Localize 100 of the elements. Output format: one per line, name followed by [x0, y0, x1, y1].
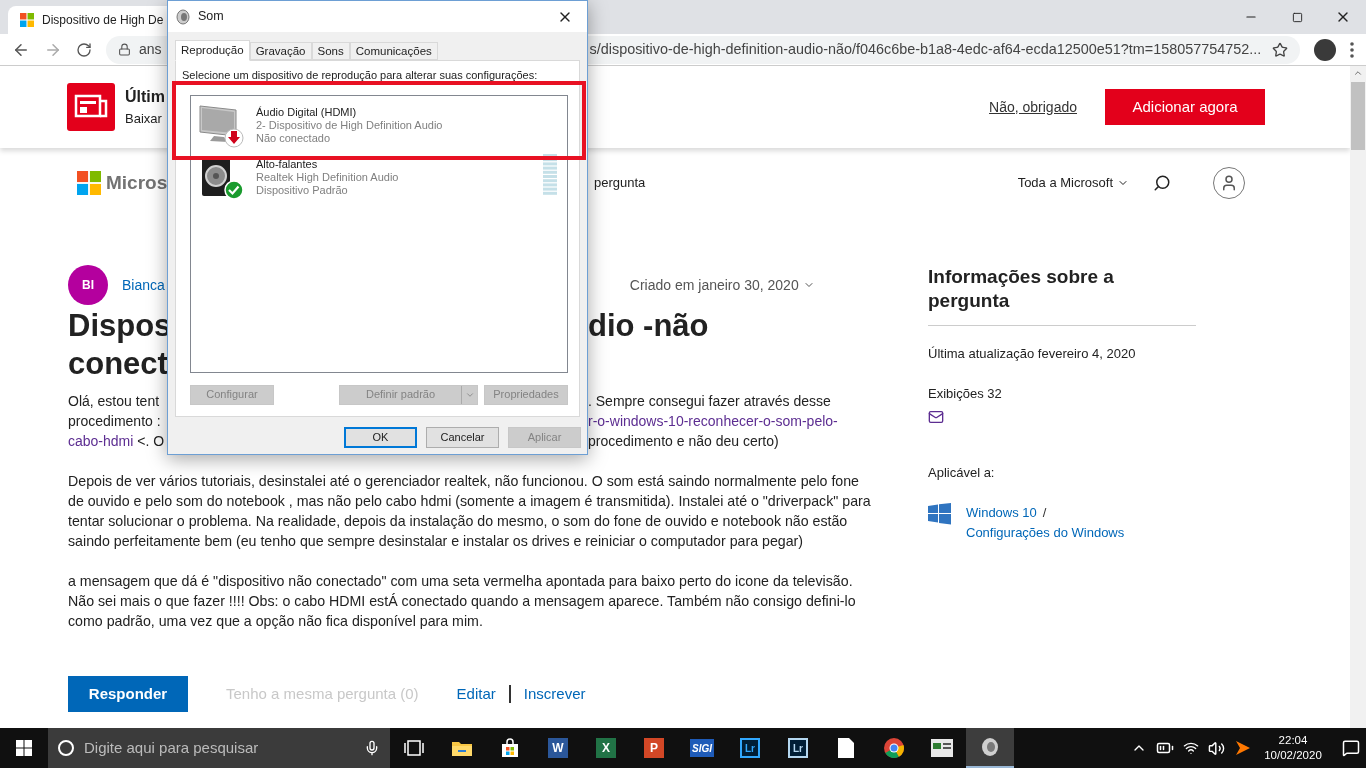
dialog-tab[interactable]: Gravação	[249, 42, 312, 60]
question-text: procedimento :	[68, 412, 161, 431]
sidebar-title: Informações sobre a pergunta	[928, 265, 1115, 313]
taskbar-app[interactable]: SIGI	[678, 728, 726, 768]
level-meter	[543, 153, 557, 196]
decline-link[interactable]: Não, obrigado	[989, 96, 1077, 118]
question-text: procedimento e não deu certo)	[588, 432, 779, 451]
office-app-icon: W	[548, 738, 568, 758]
folder-icon	[451, 739, 473, 757]
author-avatar: BI	[68, 265, 108, 305]
news-app-icon	[67, 83, 115, 131]
clock-date: 10/02/2020	[1264, 748, 1322, 763]
search-bar[interactable]: Digite aqui para pesquisar	[48, 728, 390, 768]
question-title: Dispos	[68, 307, 173, 345]
question-title: conect	[68, 345, 169, 383]
taskbar-app[interactable]: Lr	[774, 728, 822, 768]
reload-icon	[76, 41, 92, 58]
question-text: Depois de ver vários tutoriais, desinstalei até o gerenciador realtek, não funcionou. O som está saindo normalmente pelo fone de ouvido e pelo som do notebook , mas não pelo cabo hdmi (somente a imagem é transmitida). Instalei até o "driverpack" para tentar solucionar o problema. Na realidade, depois da instalação do mesmo, o som do fone de ouvido e notebook não estão saindo perfeitamente bem (eu tenho que sempre desinstalar e instalar os drives e reiniciar o computador para pegar)	[68, 472, 872, 551]
app-badge-icon: Lr	[740, 738, 760, 758]
tab-title: Dispositivo de High De	[42, 12, 164, 29]
brand-name: Micros	[106, 170, 166, 195]
dialog-tab[interactable]: Reprodução	[175, 40, 250, 61]
dialog-button[interactable]: Cancelar	[426, 427, 499, 448]
device-driver: Realtek High Definition Audio	[256, 170, 399, 184]
clock-time: 22:04	[1278, 733, 1308, 748]
author-name[interactable]: Bianca	[122, 274, 165, 296]
banner-title: Últim	[125, 86, 165, 108]
shopping-bag-icon	[500, 738, 520, 758]
all-microsoft-menu[interactable]: Toda a Microsoft	[1017, 173, 1129, 193]
volume-icon	[1208, 739, 1225, 757]
product-link[interactable]: Windows 10	[966, 502, 1037, 523]
scrollbar[interactable]	[1350, 66, 1366, 728]
windows-logo-icon	[928, 502, 951, 525]
search-icon	[1153, 174, 1171, 192]
office-app-icon: P	[644, 738, 664, 758]
lock-icon	[118, 43, 131, 56]
question-title: dio -não	[588, 307, 709, 345]
separator-text: /	[1042, 503, 1047, 522]
accept-button[interactable]: Adicionar agora	[1105, 89, 1265, 125]
menu-icon[interactable]	[1350, 41, 1354, 58]
taskbar-app[interactable]	[966, 728, 1014, 768]
taskbar-search-field[interactable]: Digite aqui para pesquisar	[84, 736, 364, 760]
action-link[interactable]: Inscrever	[523, 682, 586, 706]
question-text: . Sempre consegui fazer através desse	[588, 392, 831, 411]
taskbar-app[interactable]: X	[582, 728, 630, 768]
site-logo-icon	[20, 13, 34, 27]
device-status: Não conectado	[256, 131, 331, 145]
device-item[interactable]: Áudio Digital (HDMI) 2- Dispositivo de High Definition Audio Não conectado	[191, 99, 567, 152]
device-status: Dispositivo Padrão	[256, 183, 349, 197]
app-badge-icon: Lr	[788, 738, 808, 758]
dialog-title: Som	[198, 8, 224, 26]
device-item[interactable]: Alto-falantes Realtek High Definition Audio Dispositivo Padrão	[191, 151, 567, 204]
bookmark-icon	[1272, 41, 1288, 58]
reply-button[interactable]: Responder	[68, 676, 188, 712]
created-date: Criado em janeiro 30, 2020	[629, 275, 799, 295]
speaker-icon	[981, 737, 999, 757]
device-name: Alto-falantes	[256, 157, 319, 171]
instruction-text: Selecione um dispositivo de reprodução para alterar suas configurações:	[182, 68, 539, 83]
office-app-icon: X	[596, 738, 616, 758]
profile-avatar[interactable]	[1314, 38, 1336, 61]
browser-icon	[883, 737, 905, 759]
banner-subtitle: Baixar	[125, 110, 163, 129]
device-name: Áudio Digital (HDMI)	[256, 105, 358, 119]
action-link[interactable]: Editar	[456, 682, 496, 706]
taskbar-app[interactable]: W	[534, 728, 582, 768]
scroll-up-icon	[1353, 68, 1363, 78]
nav-link[interactable]: pergunta	[594, 173, 646, 193]
antivirus-icon[interactable]	[1234, 739, 1252, 757]
taskbar-app[interactable]: Lr	[726, 728, 774, 768]
question-text: <. O	[136, 432, 165, 451]
wifi-icon	[1183, 740, 1199, 756]
windows-logo-icon	[16, 740, 32, 756]
last-updated: Última atualização fevereiro 4, 2020	[928, 345, 1137, 363]
app-badge-icon: SIGI	[690, 739, 714, 757]
microphone-icon	[364, 740, 380, 756]
microsoft-logo-icon	[77, 171, 101, 195]
question-link[interactable]: cabo-hdmi	[68, 431, 134, 451]
question-link[interactable]: r-o-windows-10-reconhecer-o-som-pelo-	[588, 411, 838, 431]
applies-label: Aplicável a:	[928, 464, 996, 482]
url-text: s/dispositivo-de-high-definition-audio-não/f046c6be-b1a8-4edc-af64-ecda12500e51?tm=158057754752...	[589, 39, 1262, 59]
product-link[interactable]: Configurações do Windows	[966, 522, 1125, 543]
restore-icon	[1291, 11, 1303, 23]
task-view-icon	[404, 739, 424, 757]
clock[interactable]: 22:04 10/02/2020	[1261, 733, 1325, 763]
document-icon	[838, 738, 854, 758]
view-count: Exibições 32	[928, 384, 1003, 403]
notification-icon	[1342, 739, 1360, 757]
cortana-icon	[58, 740, 74, 756]
device-driver: 2- Dispositivo de High Definition Audio	[256, 118, 443, 132]
window-icon	[931, 739, 953, 757]
dialog-button[interactable]: OK	[344, 427, 417, 448]
scrollbar-thumb[interactable]	[1351, 82, 1365, 150]
url-text: ans	[139, 40, 162, 59]
question-text: Olá, estou tent	[68, 392, 160, 411]
taskbar-app[interactable]: P	[630, 728, 678, 768]
speaker-icon	[176, 8, 190, 25]
user-icon	[1220, 174, 1238, 192]
dialog-tab[interactable]: Comunicações	[349, 42, 438, 60]
question-text: a mensagem que dá é "dispositivo não conectado" com uma seta vermelha apontada para baixo perto do icone da televisão. Não sei mais o que fazer !!!! Obs: o cabo HDMI estÁ conectado quando a mensagem aparece. Também não consigo defini-lo como padrão, uma vez que a opção não fica disponível para mim.	[68, 572, 857, 631]
dialog-tab[interactable]: Sons	[311, 42, 350, 60]
